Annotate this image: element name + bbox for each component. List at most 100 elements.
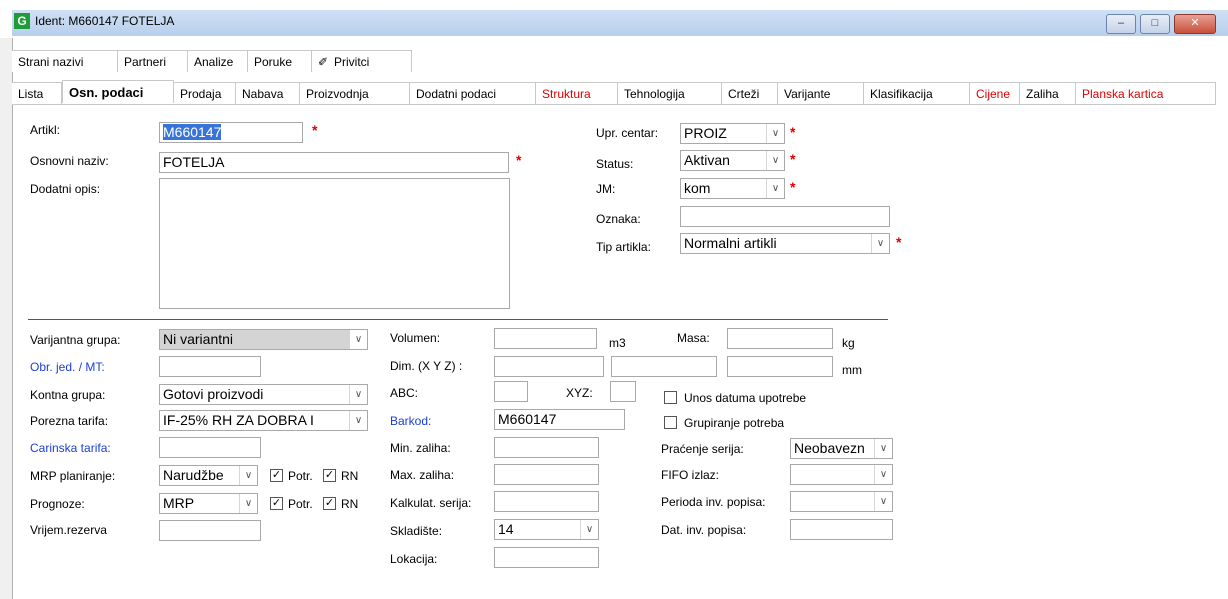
osnovni-naziv-input[interactable]: FOTELJA <box>159 152 509 173</box>
tab-privitci[interactable]: ✐ Privitci <box>312 50 412 72</box>
xyz-label: XYZ: <box>566 386 593 400</box>
mrp-planiranje-label: MRP planiranje: <box>30 469 116 483</box>
chevron-down-icon[interactable]: ∨ <box>239 466 257 485</box>
chevron-down-icon[interactable]: ∨ <box>239 494 257 513</box>
tab-osn-podaci[interactable]: Osn. podaci <box>62 80 174 103</box>
tab-proizvodnja[interactable]: Proizvodnja <box>300 82 410 104</box>
window-title: Ident: M660147 FOTELJA <box>35 14 175 28</box>
maximize-button[interactable]: □ <box>1140 14 1170 34</box>
artikl-value: M660147 <box>163 124 222 140</box>
jm-select[interactable]: kom ∨ <box>680 178 785 199</box>
tab-planska-kartica[interactable]: Planska kartica <box>1076 82 1216 104</box>
dodatni-opis-textarea[interactable] <box>159 178 510 309</box>
mrp-potr-checkbox[interactable]: ✓ <box>270 469 283 482</box>
prognoze-label: Prognoze: <box>30 497 85 511</box>
obr-jed-input[interactable] <box>159 356 261 377</box>
tab-prodaja[interactable]: Prodaja <box>174 82 236 104</box>
carinska-tarifa-input[interactable] <box>159 437 261 458</box>
skladiste-select[interactable]: 14 ∨ <box>494 519 599 540</box>
min-zaliha-input[interactable] <box>494 437 599 458</box>
volumen-label: Volumen: <box>390 331 441 345</box>
mrp-rn-checkbox[interactable]: ✓ <box>323 469 336 482</box>
mrp-planiranje-value: Narudžbe <box>163 467 224 483</box>
tab-tehnologija[interactable]: Tehnologija <box>618 82 722 104</box>
jm-label: JM: <box>596 182 616 196</box>
chevron-down-icon[interactable]: ∨ <box>874 439 892 458</box>
chevron-down-icon[interactable]: ∨ <box>874 465 892 484</box>
required-mark: * <box>790 179 796 195</box>
porezna-tarifa-select[interactable]: IF-25% RH ZA DOBRA I ∨ <box>159 410 368 431</box>
barkod-label[interactable]: Barkod: <box>390 414 431 428</box>
prognoze-potr-checkbox[interactable]: ✓ <box>270 497 283 510</box>
chevron-down-icon[interactable]: ∨ <box>874 492 892 511</box>
prognoze-select[interactable]: MRP ∨ <box>159 493 258 514</box>
tab-crtezi[interactable]: Crteži <box>722 82 778 104</box>
tab-varijante[interactable]: Varijante <box>778 82 864 104</box>
pracenje-serija-select[interactable]: Neobavezn ∨ <box>790 438 893 459</box>
perioda-inv-popisa-select[interactable]: ∨ <box>790 491 893 512</box>
masa-input[interactable] <box>727 328 833 349</box>
tip-artikla-label: Tip artikla: <box>596 240 651 254</box>
tab-klasifikacija[interactable]: Klasifikacija <box>864 82 970 104</box>
kalkulat-serija-input[interactable] <box>494 491 599 512</box>
m3-unit: m3 <box>609 336 626 350</box>
skladiste-value: 14 <box>498 521 514 537</box>
dat-inv-popisa-label: Dat. inv. popisa: <box>661 523 747 537</box>
upr-centar-select[interactable]: PROIZ ∨ <box>680 123 785 144</box>
chevron-down-icon[interactable]: ∨ <box>871 234 889 253</box>
kontna-grupa-select[interactable]: Gotovi proizvodi ∨ <box>159 384 368 405</box>
prognoze-rn-checkbox[interactable]: ✓ <box>323 497 336 510</box>
artikl-label: Artikl: <box>30 123 60 137</box>
tab-dodatni-podaci[interactable]: Dodatni podaci <box>410 82 536 104</box>
varijantna-grupa-select[interactable]: Ni variantni ∨ <box>159 329 368 350</box>
obr-jed-label: Obr. jed. / MT: <box>30 360 105 374</box>
jm-value: kom <box>684 180 711 196</box>
kontna-grupa-value: Gotovi proizvodi <box>163 386 264 402</box>
tab-zaliha[interactable]: Zaliha <box>1020 82 1076 104</box>
rn-label: RN <box>341 469 359 483</box>
chevron-down-icon[interactable]: ∨ <box>349 385 367 404</box>
chevron-down-icon[interactable]: ∨ <box>766 179 784 198</box>
dim-z-input[interactable] <box>727 356 833 377</box>
chevron-down-icon[interactable]: ∨ <box>766 151 784 170</box>
artikl-input[interactable]: M660147 <box>159 122 303 143</box>
chevron-down-icon[interactable]: ∨ <box>580 520 598 539</box>
pracenje-serija-label: Praćenje serija: <box>661 442 744 456</box>
abc-input[interactable] <box>494 381 528 402</box>
tab-strani-nazivi[interactable]: Strani nazivi <box>12 50 118 72</box>
tab-cijene[interactable]: Cijene <box>970 82 1020 104</box>
status-value: Aktivan <box>684 152 730 168</box>
tip-artikla-value: Normalni artikli <box>684 235 777 251</box>
tab-nabava[interactable]: Nabava <box>236 82 300 104</box>
xyz-input[interactable] <box>610 381 636 402</box>
tip-artikla-select[interactable]: Normalni artikli ∨ <box>680 233 890 254</box>
max-zaliha-input[interactable] <box>494 464 599 485</box>
dim-y-input[interactable] <box>611 356 717 377</box>
mrp-planiranje-select[interactable]: Narudžbe ∨ <box>159 465 258 486</box>
tab-lista[interactable]: Lista <box>12 82 62 104</box>
barkod-input[interactable]: M660147 <box>494 409 625 430</box>
grupiranje-potreba-checkbox[interactable] <box>664 416 677 429</box>
fifo-izlaz-select[interactable]: ∨ <box>790 464 893 485</box>
dim-x-input[interactable] <box>494 356 604 377</box>
section-divider <box>28 319 888 320</box>
lokacija-input[interactable] <box>494 547 599 568</box>
volumen-input[interactable] <box>494 328 597 349</box>
vrijem-rezerva-input[interactable] <box>159 520 261 541</box>
tab-partneri[interactable]: Partneri <box>118 50 188 72</box>
potr-label: Potr. <box>288 469 313 483</box>
chevron-down-icon[interactable]: ∨ <box>766 124 784 143</box>
tab-analize[interactable]: Analize <box>188 50 248 72</box>
status-select[interactable]: Aktivan ∨ <box>680 150 785 171</box>
chevron-down-icon[interactable]: ∨ <box>349 330 367 349</box>
oznaka-input[interactable] <box>680 206 890 227</box>
dodatni-opis-label: Dodatni opis: <box>30 182 101 196</box>
chevron-down-icon[interactable]: ∨ <box>349 411 367 430</box>
minimize-button[interactable]: – <box>1106 14 1136 34</box>
close-button[interactable]: ✕ <box>1174 14 1216 34</box>
app-icon: G <box>14 13 30 29</box>
dat-inv-popisa-input[interactable] <box>790 519 893 540</box>
unos-datuma-checkbox[interactable] <box>664 391 677 404</box>
tab-poruke[interactable]: Poruke <box>248 50 312 72</box>
tab-struktura[interactable]: Struktura <box>536 82 618 104</box>
